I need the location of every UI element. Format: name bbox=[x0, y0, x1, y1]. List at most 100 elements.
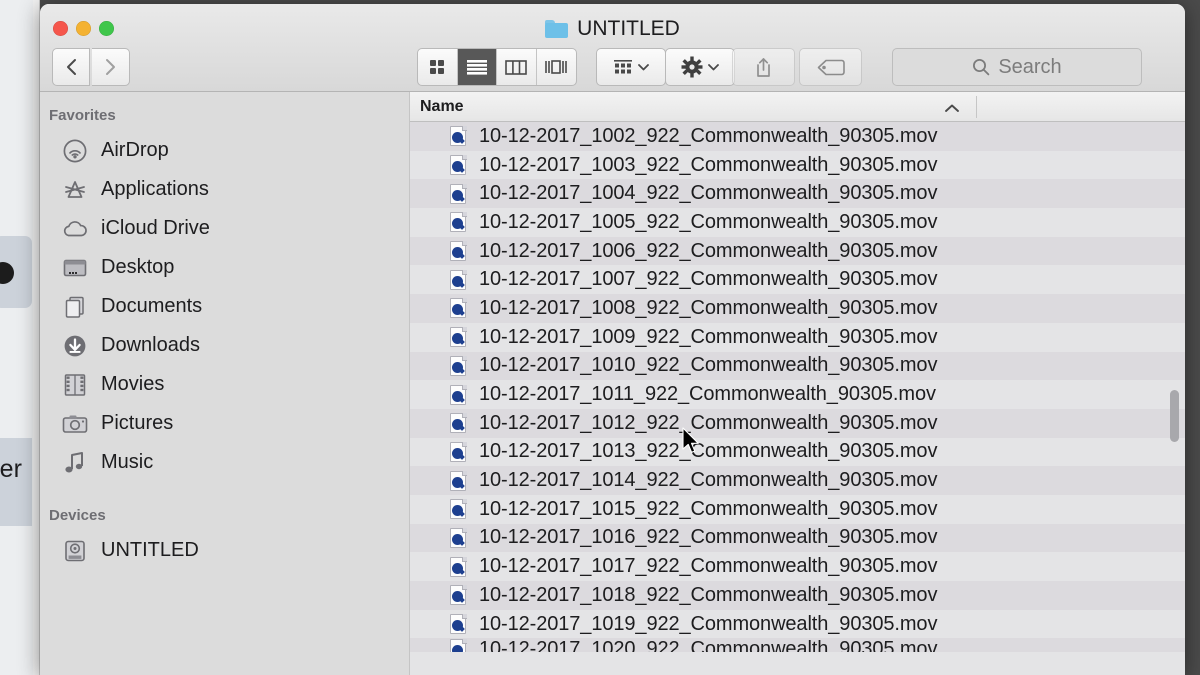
list-view-button[interactable] bbox=[457, 49, 497, 85]
quicktime-movie-icon bbox=[449, 412, 468, 434]
arrange-icon bbox=[614, 60, 632, 74]
quicktime-movie-icon bbox=[449, 183, 468, 205]
sidebar: Favorites AirDrop Applications iCloud Dr… bbox=[40, 92, 410, 675]
file-name-label: 10-12-2017_1015_922_Commonwealth_90305.m… bbox=[479, 497, 938, 520]
file-name-label: 10-12-2017_1006_922_Commonwealth_90305.m… bbox=[479, 239, 938, 262]
sidebar-item-airdrop[interactable]: AirDrop bbox=[40, 131, 409, 170]
action-menu-button[interactable] bbox=[665, 48, 735, 86]
window-body: Favorites AirDrop Applications iCloud Dr… bbox=[40, 92, 1185, 675]
sidebar-item-desktop[interactable]: Desktop bbox=[40, 248, 409, 287]
file-name-label: 10-12-2017_1009_922_Commonwealth_90305.m… bbox=[479, 325, 938, 348]
documents-icon bbox=[62, 294, 88, 320]
sidebar-item-documents[interactable]: Documents bbox=[40, 287, 409, 326]
file-name-label: 10-12-2017_1014_922_Commonwealth_90305.m… bbox=[479, 469, 938, 492]
table-row[interactable]: 10-12-2017_1004_922_Commonwealth_90305.m… bbox=[410, 179, 1185, 209]
sidebar-item-label: Downloads bbox=[101, 334, 200, 356]
table-row[interactable]: 10-12-2017_1018_922_Commonwealth_90305.m… bbox=[410, 581, 1185, 610]
vertical-scrollbar[interactable] bbox=[1170, 390, 1179, 442]
file-rows: 10-12-2017_1002_922_Commonwealth_90305.m… bbox=[410, 122, 1185, 675]
icloud-icon bbox=[62, 216, 88, 242]
quicktime-movie-icon bbox=[449, 240, 468, 262]
arrange-button[interactable] bbox=[596, 48, 666, 86]
table-row[interactable]: 10-12-2017_1003_922_Commonwealth_90305.m… bbox=[410, 150, 1185, 180]
quicktime-movie-icon bbox=[449, 355, 468, 377]
file-name-label: 10-12-2017_1007_922_Commonwealth_90305.m… bbox=[479, 268, 938, 291]
table-row[interactable]: 10-12-2017_1005_922_Commonwealth_90305.m… bbox=[410, 208, 1185, 237]
sidebar-item-pictures[interactable]: Pictures bbox=[40, 404, 409, 443]
quicktime-movie-icon bbox=[449, 470, 468, 492]
chevron-down-icon bbox=[638, 64, 649, 71]
sidebar-heading-favorites: Favorites bbox=[49, 107, 116, 124]
table-row[interactable]: 10-12-2017_1013_922_Commonwealth_90305.m… bbox=[410, 437, 1185, 467]
quicktime-movie-icon bbox=[449, 326, 468, 348]
sidebar-item-label: Documents bbox=[101, 295, 203, 317]
sidebar-item-label: Music bbox=[101, 451, 154, 473]
sidebar-item-music[interactable]: Music bbox=[40, 443, 409, 482]
table-row[interactable]: 10-12-2017_1015_922_Commonwealth_90305.m… bbox=[410, 494, 1185, 524]
pictures-icon bbox=[62, 411, 88, 437]
file-name-label: 10-12-2017_1002_922_Commonwealth_90305.m… bbox=[479, 124, 938, 147]
file-name-label: 10-12-2017_1008_922_Commonwealth_90305.m… bbox=[479, 296, 938, 319]
file-list: Name 10-12-2017_1002_922_Commonwealth_90… bbox=[410, 92, 1185, 675]
quicktime-movie-icon bbox=[449, 297, 468, 319]
sidebar-item-applications[interactable]: Applications bbox=[40, 170, 409, 209]
finder-window: UNTITLED Search Favorites AirDrop Applic… bbox=[40, 4, 1185, 675]
desktop-icon bbox=[62, 255, 88, 281]
table-row[interactable]: 10-12-2017_1014_922_Commonwealth_90305.m… bbox=[410, 466, 1185, 495]
table-row[interactable]: 10-12-2017_1008_922_Commonwealth_90305.m… bbox=[410, 294, 1185, 323]
table-row[interactable]: 10-12-2017_1012_922_Commonwealth_90305.m… bbox=[410, 408, 1185, 438]
file-name-label: 10-12-2017_1013_922_Commonwealth_90305.m… bbox=[479, 440, 938, 463]
column-header-name[interactable]: Name bbox=[410, 98, 464, 116]
file-name-label: 10-12-2017_1012_922_Commonwealth_90305.m… bbox=[479, 411, 938, 434]
search-field[interactable]: Search bbox=[892, 48, 1142, 86]
gallery-view-button[interactable] bbox=[537, 49, 576, 85]
quicktime-movie-icon bbox=[449, 613, 468, 635]
quicktime-movie-icon bbox=[449, 154, 468, 176]
sidebar-item-label: iCloud Drive bbox=[101, 217, 210, 239]
file-name-label: 10-12-2017_1018_922_Commonwealth_90305.m… bbox=[479, 583, 938, 606]
quicktime-movie-icon bbox=[449, 556, 468, 578]
table-row[interactable]: 10-12-2017_1009_922_Commonwealth_90305.m… bbox=[410, 322, 1185, 352]
table-row[interactable]: 10-12-2017_1006_922_Commonwealth_90305.m… bbox=[410, 236, 1185, 266]
quicktime-movie-icon bbox=[449, 384, 468, 406]
sidebar-item-icloud-drive[interactable]: iCloud Drive bbox=[40, 209, 409, 248]
sidebar-item-untitled-device[interactable]: UNTITLED bbox=[40, 531, 409, 570]
quicktime-movie-icon bbox=[449, 125, 468, 147]
music-icon bbox=[62, 450, 88, 476]
quicktime-movie-icon bbox=[449, 269, 468, 291]
column-divider[interactable] bbox=[976, 96, 977, 118]
window-title-label: UNTITLED bbox=[577, 17, 680, 40]
file-name-label: 10-12-2017_1003_922_Commonwealth_90305.m… bbox=[479, 153, 938, 176]
sidebar-item-downloads[interactable]: Downloads bbox=[40, 326, 409, 365]
chevron-up-icon bbox=[944, 101, 960, 119]
file-name-label: 10-12-2017_1011_922_Commonwealth_90305.m… bbox=[479, 383, 936, 406]
share-button[interactable] bbox=[732, 48, 795, 86]
movies-icon bbox=[62, 372, 88, 398]
tags-button[interactable] bbox=[799, 48, 862, 86]
background-window[interactable] bbox=[0, 0, 40, 675]
icon-view-button[interactable] bbox=[418, 49, 458, 85]
sidebar-item-label: Movies bbox=[101, 373, 165, 395]
sidebar-item-label: Applications bbox=[101, 178, 209, 200]
file-name-label: 10-12-2017_1004_922_Commonwealth_90305.m… bbox=[479, 182, 938, 205]
table-row[interactable]: 10-12-2017_1016_922_Commonwealth_90305.m… bbox=[410, 523, 1185, 553]
sidebar-item-movies[interactable]: Movies bbox=[40, 365, 409, 404]
sidebar-item-label: Pictures bbox=[101, 412, 174, 434]
quicktime-movie-icon bbox=[449, 638, 468, 653]
quicktime-movie-icon bbox=[449, 527, 468, 549]
table-row[interactable]: 10-12-2017_1017_922_Commonwealth_90305.m… bbox=[410, 552, 1185, 581]
search-icon bbox=[973, 59, 990, 76]
column-view-button[interactable] bbox=[497, 49, 537, 85]
share-icon bbox=[757, 57, 770, 77]
table-row[interactable]: 10-12-2017_1011_922_Commonwealth_90305.m… bbox=[410, 380, 1185, 409]
table-row[interactable]: 10-12-2017_1002_922_Commonwealth_90305.m… bbox=[410, 122, 1185, 151]
table-row[interactable]: 10-12-2017_1019_922_Commonwealth_90305.m… bbox=[410, 609, 1185, 639]
table-row[interactable]: 10-12-2017_1010_922_Commonwealth_90305.m… bbox=[410, 351, 1185, 381]
downloads-icon bbox=[62, 333, 88, 359]
quicktime-movie-icon bbox=[449, 584, 468, 606]
view-switcher bbox=[417, 48, 577, 86]
tag-icon bbox=[817, 59, 845, 75]
table-row[interactable]: 10-12-2017_1007_922_Commonwealth_90305.m… bbox=[410, 265, 1185, 295]
quicktime-movie-icon bbox=[449, 498, 468, 520]
table-row[interactable]: 10-12-2017_1020_922_Commonwealth_90305.m… bbox=[410, 638, 1185, 653]
